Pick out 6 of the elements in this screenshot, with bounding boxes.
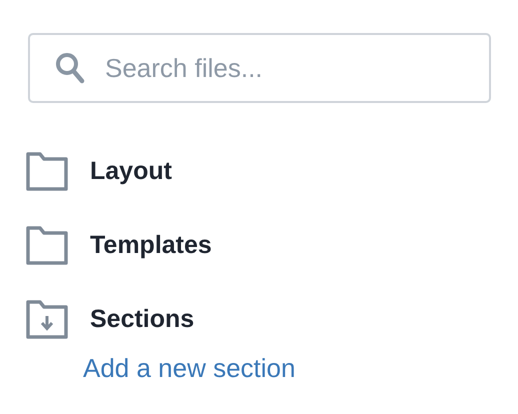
folder-item[interactable]: Sections [26, 299, 518, 339]
folder-item[interactable]: Templates [26, 225, 518, 265]
add-section-link[interactable]: Add a new section [83, 353, 296, 384]
search-field[interactable]: Search files... [28, 33, 491, 103]
folder-item[interactable]: Layout [26, 151, 518, 191]
search-icon [55, 52, 85, 84]
